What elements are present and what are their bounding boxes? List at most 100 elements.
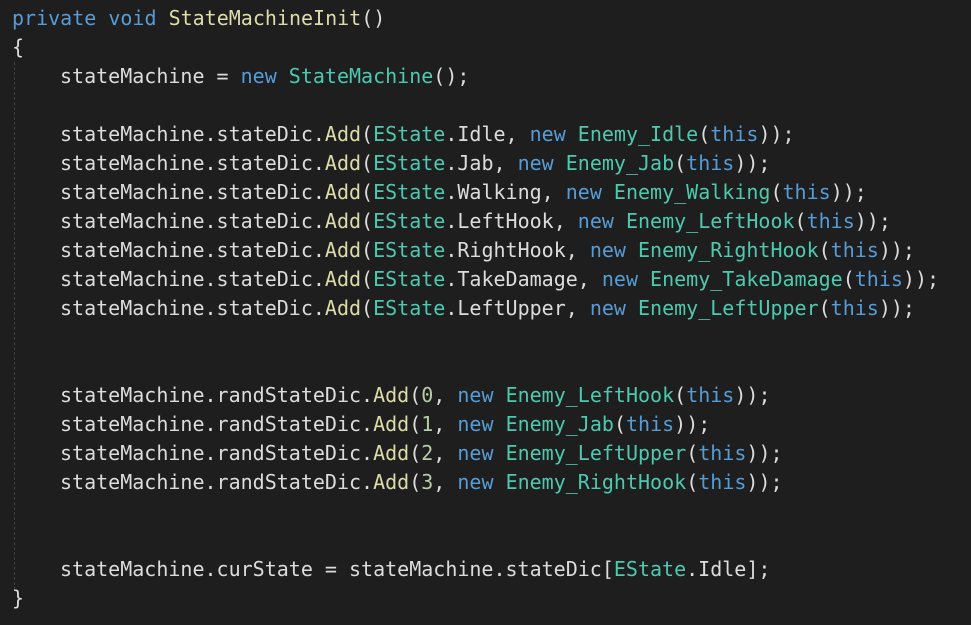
method-call: Add <box>324 238 362 262</box>
punctuation: ( <box>686 441 699 465</box>
punctuation: ( <box>698 122 711 146</box>
enum-name: EState <box>613 557 687 581</box>
code-line-statemachine-new[interactable]: stateMachine = new StateMachine(); <box>0 62 971 91</box>
code-line-close-brace[interactable]: } <box>0 584 971 613</box>
code-line-statedic-add[interactable]: stateMachine.stateDic.Add(EState.LeftHoo… <box>0 207 971 236</box>
punctuation: ( <box>674 151 687 175</box>
code-line-statedic-add[interactable]: stateMachine.stateDic.Add(EState.RightHo… <box>0 236 971 265</box>
enum-member: .Walking, <box>445 180 566 204</box>
keyword-new: new <box>529 122 566 146</box>
keyword-new: new <box>240 64 277 88</box>
keyword-private: private <box>12 6 97 30</box>
enum-name: EState <box>373 151 446 175</box>
enum-member: .Idle, <box>445 122 530 146</box>
code-line-method-signature[interactable]: private void StateMachineInit() <box>0 4 971 33</box>
punctuation: ( <box>361 296 374 320</box>
method-call: Add <box>373 383 410 407</box>
identifier: stateMachine <box>60 64 205 88</box>
keyword-new: new <box>601 267 638 291</box>
keyword-new: new <box>457 441 494 465</box>
punctuation: )); <box>902 267 940 291</box>
code-line-statedic-add[interactable]: stateMachine.stateDic.Add ( EState.Walking… <box>0 178 971 207</box>
method-call: Add <box>373 441 410 465</box>
type-name: Enemy_Idle <box>577 122 699 146</box>
punctuation: (); <box>433 64 470 88</box>
punctuation: ( <box>818 296 831 320</box>
punctuation: , <box>433 470 458 494</box>
method-name: StateMachineInit <box>168 6 362 30</box>
type-name: Enemy_Jab <box>505 412 614 436</box>
keyword-new: new <box>457 412 494 436</box>
punctuation: ( <box>613 412 626 436</box>
operator: = <box>204 64 241 88</box>
code-line-statedic-add[interactable]: stateMachine.stateDic.Add(EState.Idle, n… <box>0 120 971 149</box>
type-name: Enemy_RightHook <box>505 470 687 494</box>
identifier: stateMachine.stateDic. <box>60 209 325 233</box>
code-line-randstatedic-add[interactable]: stateMachine.randStateDic.Add(0, new Ene… <box>0 381 971 410</box>
punctuation: )); <box>746 470 783 494</box>
identifier: stateMachine.randStateDic. <box>60 412 374 436</box>
code-line-statedic-add[interactable]: stateMachine.stateDic.Add(EState.LeftUpp… <box>0 294 971 323</box>
keyword-this: this <box>710 122 759 146</box>
punctuation: ( <box>770 180 783 204</box>
enum-member: .TakeDamage, <box>445 267 602 291</box>
code-line-open-brace[interactable]: { <box>0 33 971 62</box>
code-line-randstatedic-add[interactable]: stateMachine.randStateDic.Add(1, new Ene… <box>0 410 971 439</box>
method-call: Add <box>324 267 362 291</box>
keyword-new: new <box>457 470 494 494</box>
punctuation: ( <box>794 209 807 233</box>
punctuation: ( <box>686 470 699 494</box>
punctuation: ( <box>409 412 422 436</box>
code-line-blank[interactable] <box>0 323 971 352</box>
keyword-this: this <box>686 383 735 407</box>
punctuation: )); <box>746 441 783 465</box>
punctuation: )); <box>854 209 891 233</box>
method-call: Add <box>324 151 362 175</box>
code-line-statedic-add[interactable]: stateMachine.stateDic.Add(EState.Jab, ne… <box>0 149 971 178</box>
keyword-new: new <box>589 238 626 262</box>
enum-member: .RightHook, <box>445 238 590 262</box>
code-editor[interactable]: private void StateMachineInit() { stateM… <box>0 0 971 625</box>
punctuation: ( <box>818 238 831 262</box>
identifier: stateMachine.stateDic. <box>60 238 325 262</box>
identifier: stateMachine.stateDic. <box>60 267 325 291</box>
code-line-randstatedic-add[interactable]: stateMachine.randStateDic.Add(2, new Ene… <box>0 439 971 468</box>
type-name: StateMachine <box>288 64 434 88</box>
close-brace: } <box>12 586 25 610</box>
type-name: Enemy_LeftUpper <box>505 441 687 465</box>
number-literal: 3 <box>421 470 434 494</box>
identifier: stateMachine.randStateDic. <box>60 470 374 494</box>
type-name: Enemy_Jab <box>565 151 675 175</box>
punctuation: , <box>433 441 458 465</box>
keyword-void: void <box>108 6 157 30</box>
code-line-blank[interactable] <box>0 352 971 381</box>
enum-member: .Idle]; <box>686 557 771 581</box>
punctuation: ( <box>361 122 374 146</box>
code-line-curstate-assign[interactable]: stateMachine.curState = stateMachine.sta… <box>0 555 971 584</box>
keyword-this: this <box>698 470 747 494</box>
keyword-this: this <box>830 296 879 320</box>
identifier: stateMachine.stateDic. <box>60 180 325 204</box>
punctuation: ( <box>409 383 422 407</box>
method-call: Add <box>373 470 410 494</box>
punctuation: ( <box>674 383 687 407</box>
code-line-randstatedic-add[interactable]: stateMachine.randStateDic.Add (3, new Ene… <box>0 468 971 497</box>
punctuation: ( <box>409 441 422 465</box>
type-name: Enemy_Walking <box>613 180 771 204</box>
type-name: Enemy_LeftHook <box>625 209 795 233</box>
enum-name: EState <box>373 180 446 204</box>
method-call: Add <box>324 296 362 320</box>
punctuation: , <box>433 412 458 436</box>
enum-name: EState <box>373 209 446 233</box>
enum-member: .LeftUpper, <box>445 296 590 320</box>
enum-name: EState <box>373 267 446 291</box>
keyword-new: new <box>517 151 554 175</box>
punctuation: )); <box>758 122 795 146</box>
code-line-blank[interactable] <box>0 526 971 555</box>
code-line-statedic-add[interactable]: stateMachine.stateDic.Add(EState.TakeDam… <box>0 265 971 294</box>
punctuation: )); <box>674 412 711 436</box>
method-call: Add <box>324 180 362 204</box>
code-line-blank[interactable] <box>0 497 971 526</box>
code-line-blank[interactable] <box>0 91 971 120</box>
keyword-new: new <box>457 383 494 407</box>
